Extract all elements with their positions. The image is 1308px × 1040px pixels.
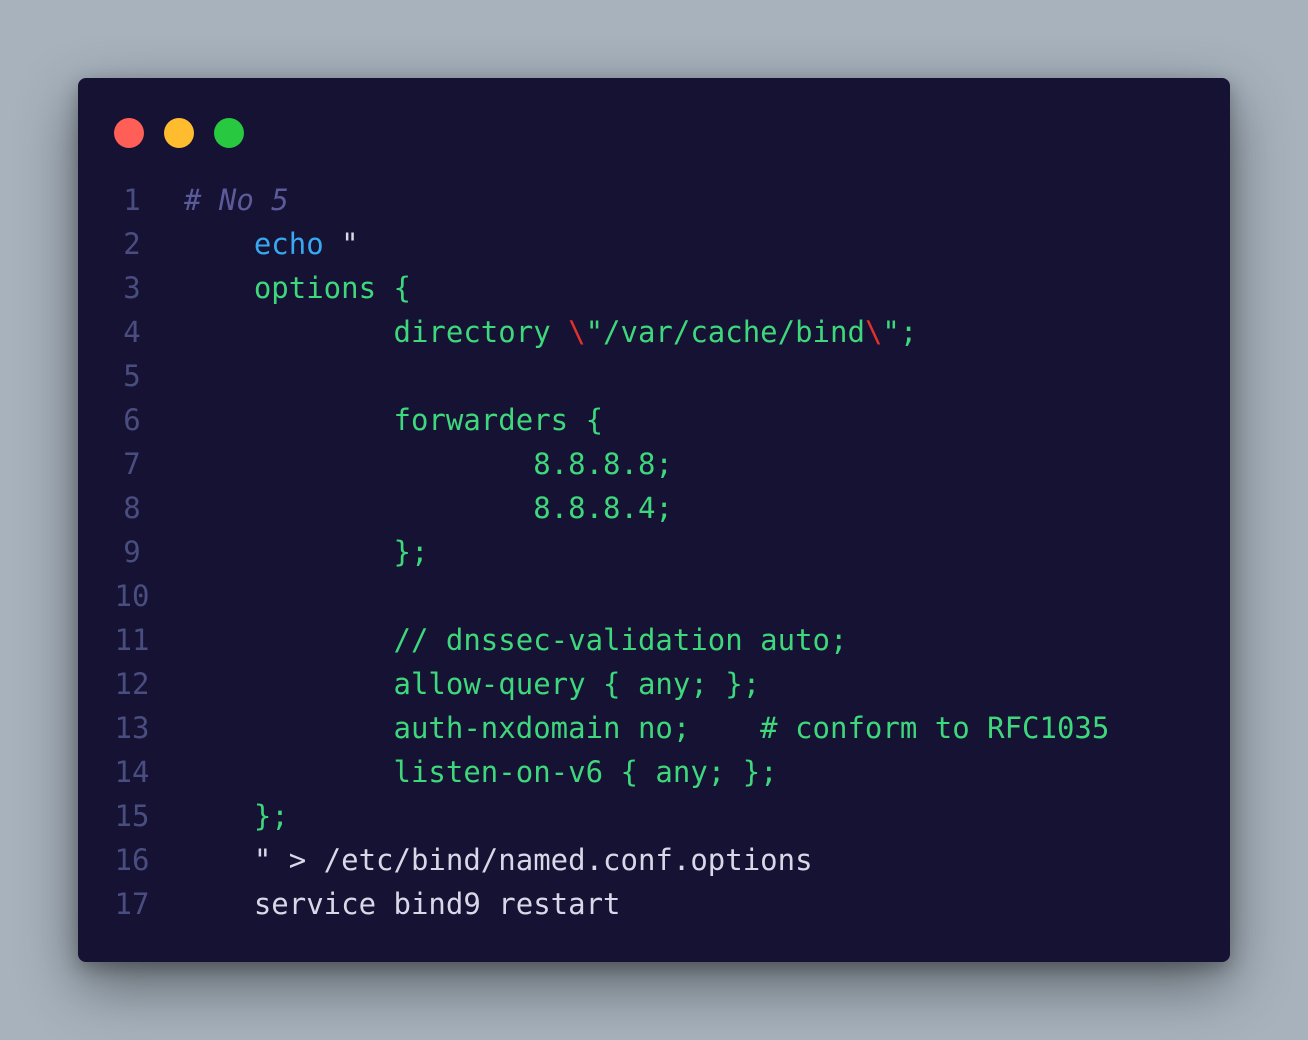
code-token: service bind9 restart: [184, 887, 621, 921]
code-line: 10: [78, 574, 1230, 618]
line-number: 4: [123, 315, 141, 349]
code-window: 1 # No 52 echo " 3 options {4 directory \"…: [78, 78, 1230, 962]
code-token: ";: [882, 315, 918, 349]
line-number: 8: [123, 491, 141, 525]
maximize-dot-icon[interactable]: [214, 118, 244, 148]
code-line: 7 8.8.8.8;: [78, 442, 1230, 486]
line-content: auth-nxdomain no; # conform to RFC1035: [184, 706, 1220, 750]
code-token: };: [184, 535, 429, 569]
code-token: 8.8.8.4;: [184, 491, 673, 525]
code-line: 2 echo ": [78, 222, 1230, 266]
code-line: 15 };: [78, 794, 1230, 838]
code-token: auth-nxdomain no; # conform to RFC1035: [184, 711, 1110, 745]
minimize-dot-icon[interactable]: [164, 118, 194, 148]
line-content: # No 5: [184, 178, 1220, 222]
line-number: 16: [114, 843, 150, 877]
code-token: listen-on-v6 { any; };: [184, 755, 778, 789]
code-line: 17 service bind9 restart: [78, 882, 1230, 926]
code-token: };: [184, 799, 289, 833]
line-number: 10: [114, 579, 150, 613]
code-token: echo: [253, 227, 324, 261]
code-line: 1 # No 5: [78, 178, 1230, 222]
line-number: 3: [123, 271, 141, 305]
line-number: 9: [123, 535, 141, 569]
line-number: 12: [114, 667, 150, 701]
close-dot-icon[interactable]: [114, 118, 144, 148]
code-line: 11 // dnssec-validation auto;: [78, 618, 1230, 662]
code-line: 13 auth-nxdomain no; # conform to RFC103…: [78, 706, 1230, 750]
line-content: 8.8.8.4;: [184, 486, 1220, 530]
code-token: options {: [184, 271, 411, 305]
code-line: 16 " > /etc/bind/named.conf.options: [78, 838, 1230, 882]
line-number: 2: [123, 227, 141, 261]
code-line: 3 options {: [78, 266, 1230, 310]
line-content: directory \"/var/cache/bind\";: [184, 310, 1220, 354]
code-token: ": [323, 227, 359, 261]
code-line: 9 };: [78, 530, 1230, 574]
line-content: // dnssec-validation auto;: [184, 618, 1220, 662]
line-number: 6: [123, 403, 141, 437]
line-number: 17: [114, 887, 150, 921]
line-content: allow-query { any; };: [184, 662, 1220, 706]
line-content: 8.8.8.8;: [184, 442, 1220, 486]
line-content: };: [184, 794, 1220, 838]
line-content: service bind9 restart: [184, 882, 1220, 926]
code-token: \: [864, 315, 883, 349]
code-block: 1 # No 52 echo " 3 options {4 directory \"…: [78, 178, 1230, 926]
code-token: \: [568, 315, 586, 349]
line-number: 7: [123, 447, 141, 481]
code-token: "/var/cache/bind: [585, 315, 865, 349]
line-content: echo ": [184, 222, 1220, 266]
code-token: # No 5: [184, 183, 289, 217]
line-number: 15: [114, 799, 150, 833]
code-line: 4 directory \"/var/cache/bind\";: [78, 310, 1230, 354]
line-number: 5: [123, 359, 141, 393]
code-token: directory: [184, 315, 569, 349]
code-line: 14 listen-on-v6 { any; };: [78, 750, 1230, 794]
line-number: 14: [114, 755, 150, 789]
code-token: 8.8.8.8;: [184, 447, 673, 481]
code-line: 5: [78, 354, 1230, 398]
line-number: 11: [114, 623, 150, 657]
code-token: forwarders {: [184, 403, 604, 437]
line-number: 13: [114, 711, 150, 745]
line-content: " > /etc/bind/named.conf.options: [184, 838, 1220, 882]
line-content: forwarders {: [184, 398, 1220, 442]
line-content: options {: [184, 266, 1220, 310]
code-token: allow-query { any; };: [184, 667, 761, 701]
code-token: // dnssec-validation auto;: [184, 623, 848, 657]
line-number: 1: [123, 183, 141, 217]
code-line: 12 allow-query { any; };: [78, 662, 1230, 706]
line-content: listen-on-v6 { any; };: [184, 750, 1220, 794]
code-line: 6 forwarders {: [78, 398, 1230, 442]
code-token: " > /etc/bind/named.conf.options: [184, 843, 813, 877]
code-line: 8 8.8.8.4;: [78, 486, 1230, 530]
line-content: };: [184, 530, 1220, 574]
